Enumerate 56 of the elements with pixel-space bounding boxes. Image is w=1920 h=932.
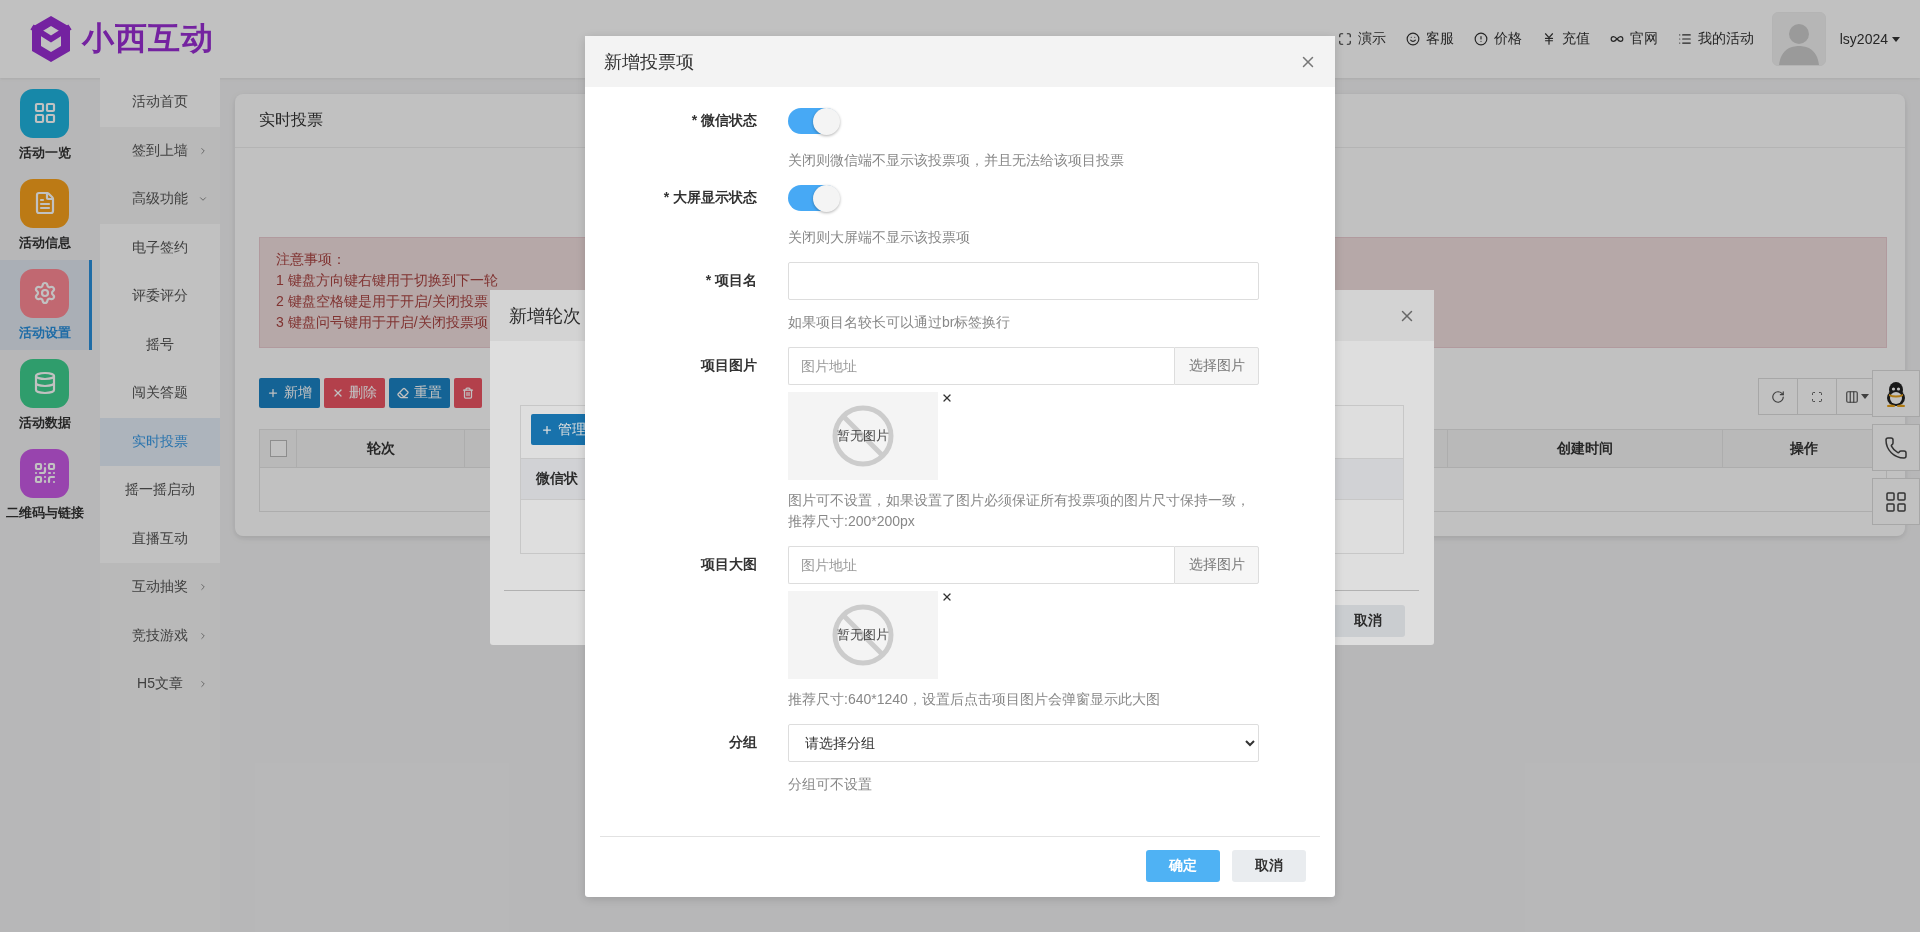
field-label: 项目图片 (699, 356, 757, 375)
notice-title: 注意事项： (276, 250, 346, 269)
action-button[interactable]: 重置 (389, 378, 450, 408)
notice-line: 3 键盘问号键用于开启/关闭投票项 (276, 313, 488, 332)
submenu-item[interactable]: 闯关答题 (100, 369, 220, 418)
nav-link[interactable]: 演示 (1337, 30, 1386, 48)
sidebar-item[interactable]: 活动一览 (0, 80, 92, 170)
submenu-item[interactable]: 电子签约 (100, 223, 220, 272)
nav-link[interactable]: 客服 (1405, 30, 1454, 48)
sidebar-label: 活动信息 (18, 233, 71, 252)
notice-line: 2 键盘空格键是用于开启/关闭投票 (276, 292, 488, 311)
sidebar-item[interactable]: 二维码与链接 (0, 440, 92, 530)
choose-image-button[interactable]: 选择图片 (1174, 347, 1259, 385)
field-label: * 项目名 (704, 271, 757, 290)
field-label: * 大屏显示状态 (662, 188, 757, 207)
help-text: 图片可不设置，如果设置了图片必须保证所有投票项的图片尺寸保持一致，推荐尺寸:200*200px (788, 491, 1251, 531)
sidebar-item[interactable]: 活动信息 (0, 170, 92, 260)
action-button[interactable]: 删除 (324, 378, 385, 408)
field-label: 分组 (728, 733, 757, 752)
user-menu[interactable]: lsy2024 (1839, 31, 1900, 47)
image-url-input[interactable]: 图片地址 (788, 546, 1174, 584)
column-header: 轮次 (297, 430, 465, 467)
action-button[interactable]: 新增 (259, 378, 320, 408)
field-label: * 微信状态 (690, 111, 757, 130)
nav-link[interactable]: 我的活动 (1677, 30, 1754, 48)
submenu-item[interactable]: 摇一摇启动 (100, 466, 220, 515)
group-select[interactable]: 请选择分组 (788, 724, 1259, 762)
logo-text: 小西互动 (82, 19, 214, 58)
sidebar-label: 二维码与链接 (5, 503, 84, 522)
help-text: 推荐尺寸:640*1240，设置后点击项目图片会弹窗显示此大图 (788, 690, 1161, 709)
dialog-title: 新增投票项 (604, 50, 694, 74)
sidebar-label: 活动一览 (18, 143, 71, 162)
sidebar-label: 活动设置 (18, 323, 71, 342)
submenu-item[interactable]: 摇号 (100, 320, 220, 369)
column-header: 创建时间 (1448, 430, 1723, 467)
field-label: 项目大图 (699, 555, 757, 574)
help-text: 关闭则微信端不显示该投票项，并且无法给该项目投票 (788, 151, 1125, 170)
cancel-button[interactable]: 取消 (1232, 850, 1306, 882)
sidebar-label: 活动数据 (18, 413, 71, 432)
sidebar-item[interactable]: 活动数据 (0, 350, 92, 440)
help-text: 关闭则大屏端不显示该投票项 (788, 228, 971, 247)
column-header: 微信状 (536, 470, 578, 488)
dialog-title: 新增轮次 (509, 304, 581, 328)
notice-line: 1 键盘方向键右键用于切换到下一轮 (276, 271, 498, 290)
help-text: 如果项目名较长可以通过br标签换行 (788, 313, 1012, 332)
no-image-text: 暂无图片 (837, 626, 889, 644)
submenu-item[interactable]: 活动首页 (100, 78, 220, 127)
nav-link[interactable]: 官网 (1609, 30, 1658, 48)
nav-link[interactable]: 价格 (1473, 30, 1522, 48)
submenu-item[interactable]: 直播互动 (100, 514, 220, 563)
no-image-text: 暂无图片 (837, 427, 889, 445)
help-text: 分组可不设置 (788, 775, 873, 794)
choose-image-button[interactable]: 选择图片 (1174, 546, 1259, 584)
image-url-input[interactable]: 图片地址 (788, 347, 1174, 385)
nav-link[interactable]: 充值 (1541, 30, 1590, 48)
submenu-item[interactable]: 评委评分 (100, 272, 220, 321)
